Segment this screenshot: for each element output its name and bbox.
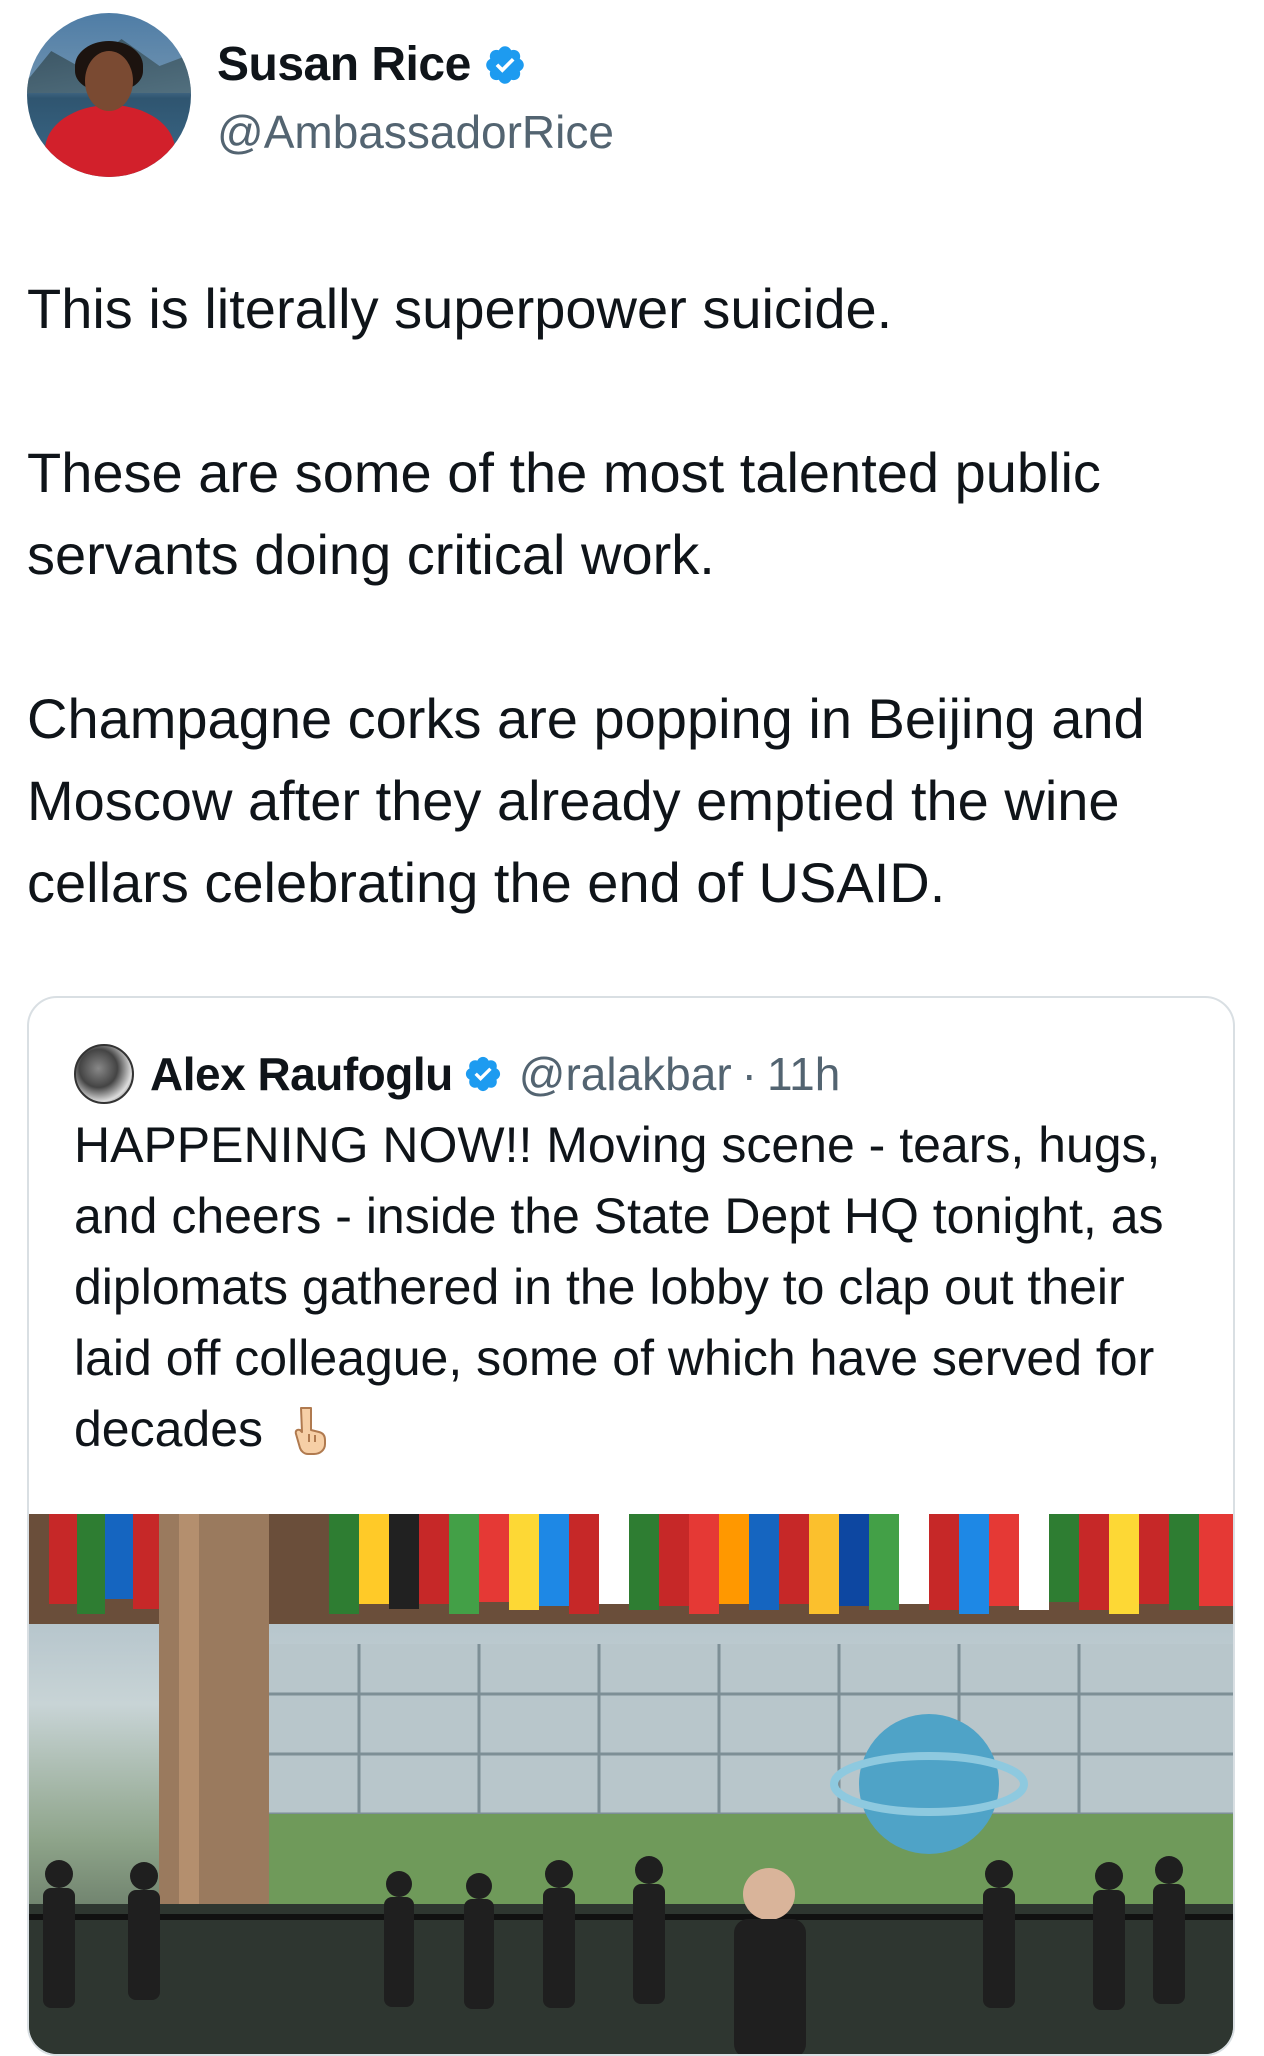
quoted-tweet-text: HAPPENING NOW!! Moving scene - tears, hu… xyxy=(74,1117,1164,1457)
quoted-author-name[interactable]: Alex Raufoglu xyxy=(150,1047,453,1101)
separator-dot: · xyxy=(741,1048,757,1100)
author-name[interactable]: Susan Rice xyxy=(217,37,471,92)
author-avatar[interactable] xyxy=(27,13,191,177)
quoted-tweet-card[interactable]: Alex Raufoglu @ralakbar · 11h HAPPENING … xyxy=(27,996,1235,2056)
quoted-author-handle[interactable]: @ralakbar xyxy=(519,1047,732,1101)
quoted-tweet-media[interactable] xyxy=(29,1514,1233,2054)
quoted-tweet-text-container: HAPPENING NOW!! Moving scene - tears, hu… xyxy=(74,1110,1204,1465)
tweet-paragraph: This is literally superpower suicide. xyxy=(27,277,893,340)
tweet-header: Susan Rice @AmbassadorRice xyxy=(27,13,1227,183)
tweet-paragraph: These are some of the most talented publ… xyxy=(27,441,1101,586)
tweet-body: This is literally superpower suicide. Th… xyxy=(27,268,1237,924)
quoted-tweet-time[interactable]: 11h xyxy=(767,1047,840,1101)
tweet-paragraph: Champagne corks are popping in Beijing a… xyxy=(27,687,1145,914)
lobby-photo-illustration xyxy=(29,1514,1233,2054)
author-name-row: Susan Rice xyxy=(217,37,527,92)
verified-badge-icon xyxy=(485,45,524,84)
verified-badge-icon xyxy=(465,1056,500,1092)
quoted-tweet-header: Alex Raufoglu @ralakbar · 11h xyxy=(74,1044,840,1104)
quoted-author-avatar[interactable] xyxy=(74,1044,134,1104)
backhand-index-pointing-down-icon xyxy=(294,1407,326,1455)
author-handle[interactable]: @AmbassadorRice xyxy=(217,105,614,159)
